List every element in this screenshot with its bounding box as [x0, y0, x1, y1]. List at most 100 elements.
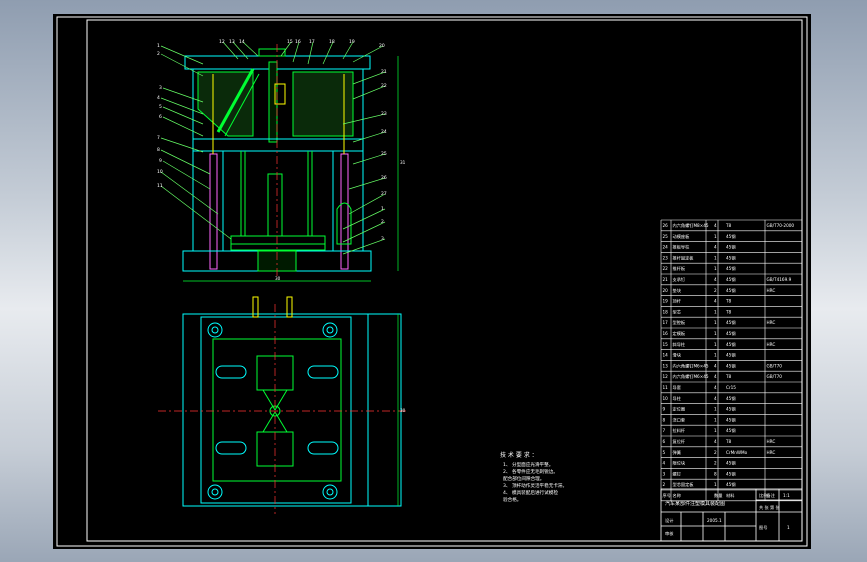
bom-cell-material: T8 — [725, 439, 732, 444]
runner-4 — [274, 411, 288, 433]
bom-cell-material: 45钢 — [726, 406, 736, 413]
bom-cell-qty: 4 — [714, 374, 717, 379]
leader-line — [342, 238, 386, 255]
balloon-number: 5 — [159, 104, 162, 110]
balloon-number: 4 — [157, 95, 160, 101]
guide-pin-left — [209, 153, 218, 270]
width-dimension-text: 30 — [275, 276, 281, 281]
bom-cell-name: 螺钉 — [673, 470, 682, 477]
bom-cell-material: 45钢 — [726, 352, 736, 359]
bom-cell-material: 45钢 — [726, 470, 736, 477]
bom-cell-qty: 1 — [714, 342, 717, 347]
note-line-5: 4、 模具装配后进行试模检 — [503, 489, 558, 496]
balloon-number: 21 — [381, 69, 387, 75]
bom-cell-name: 浇口套 — [673, 416, 686, 423]
bom-cell-qty: 2 — [714, 450, 717, 455]
guide-hole-bl-inner — [211, 488, 219, 496]
leader-line — [160, 137, 204, 153]
bom-cell-qty: 1 — [714, 482, 717, 487]
leader-line — [162, 87, 204, 103]
bom-cell-no: 22 — [663, 266, 669, 271]
bom-header-no: 序号 — [663, 492, 671, 499]
leader-line — [348, 177, 386, 190]
balloon-number: 19 — [349, 39, 355, 45]
bom-cell-qty: 4 — [714, 385, 717, 390]
guide-hole-br-inner — [326, 488, 334, 496]
guide-hole-bl — [207, 484, 223, 500]
balloon-number: 1 — [381, 206, 384, 212]
bom-cell-qty: 8 — [714, 471, 717, 476]
bom-cell-no: 21 — [663, 277, 669, 282]
height-dimension-text: 31 — [400, 160, 406, 165]
bom-cell-no: 13 — [663, 363, 669, 368]
cad-viewport[interactable]: 1 2 3 4 5 6 7 8 9 10 11 12 13 14 15 16 17 18 19 20 21 22 23 24 2… — [53, 14, 811, 549]
note-line-3: 配合部位间隙合理。 — [503, 475, 544, 482]
bom-cell-material: T8 — [725, 299, 732, 304]
bom-cell-remark: GB/T70 — [767, 363, 783, 368]
bom-cell-qty: 4 — [714, 396, 717, 401]
bom-cell-name: 内六角螺钉M6×45 — [673, 362, 709, 369]
bom-cell-qty: 1 — [714, 266, 717, 271]
sheet-label: 共 张 第 张 — [759, 504, 781, 511]
leader-line — [342, 208, 386, 230]
bom-header-remark: 备注 — [767, 492, 776, 499]
bom-header-material: 材料 — [726, 492, 735, 499]
technical-notes: 技 术 要 求 ： 1、 分型面应光滑平整。 2、 各零件应无毛刺锐边。 配合部… — [500, 451, 567, 503]
bom-cell-no: 4 — [663, 461, 666, 466]
bom-cell-name: 推杆固定板 — [673, 254, 695, 261]
balloon-number: 13 — [229, 39, 235, 45]
bom-cell-remark: GB/T70 — [767, 374, 783, 379]
note-line-4: 3、 顶杆动作灵活平稳无卡滞。 — [503, 482, 567, 489]
bom-cell-no: 6 — [663, 439, 666, 444]
bom-cell-qty: 1 — [714, 407, 717, 412]
bom-cell-name: 限位块 — [673, 460, 686, 467]
bom-cell-material: T8 — [725, 223, 732, 228]
bom-cell-qty: 4 — [714, 363, 717, 368]
bom-cell-qty: 2 — [714, 288, 717, 293]
balloon-number: 25 — [381, 151, 387, 157]
bom-cell-name: 拉料杆 — [673, 427, 686, 434]
balloon-number: 9 — [159, 158, 162, 164]
bom-cell-qty: 4 — [714, 439, 717, 444]
bom-cell-no: 18 — [663, 309, 669, 314]
top-plan-view — [158, 296, 408, 514]
balloon-number: 16 — [295, 39, 301, 45]
bom-cell-name: 顶杆 — [673, 298, 682, 305]
bom-cell-no: 11 — [663, 385, 669, 390]
bom-cell-material: 45钢 — [726, 254, 736, 261]
bom-cell-no: 14 — [663, 353, 669, 358]
bom-cell-material: 45钢 — [726, 287, 736, 294]
bom-cell-name: 滑块 — [673, 352, 682, 359]
bom-cell-name: 支承钉 — [673, 276, 686, 283]
bom-cell-name: 定位圈 — [673, 406, 686, 413]
bom-cell-name: 内六角螺钉M8×45 — [673, 222, 709, 229]
guide-hole-tr — [322, 322, 338, 338]
plan-mold-plate — [200, 316, 352, 504]
bom-cell-name: 型芯固定板 — [673, 481, 695, 488]
bom-cell-material: 45钢 — [726, 265, 736, 272]
leader-line — [162, 116, 204, 137]
bom-cell-name: 推板导柱 — [673, 244, 691, 251]
balloon-number: 26 — [381, 175, 387, 181]
assembly-drawing: 123456789101112 13 14 15 16 17 18 1920212223242… — [56, 16, 808, 547]
bom-cell-name: 型腔板 — [673, 319, 686, 326]
scale-label: 比例 — [759, 492, 767, 499]
runner-3 — [262, 411, 276, 433]
drawing-title: 汽车某部件注塑模具装配图 — [665, 500, 725, 507]
bom-cell-material: 45钢 — [726, 481, 736, 488]
spring — [336, 202, 352, 245]
scale-value: 1:1 — [783, 493, 790, 498]
inner-border — [86, 19, 803, 542]
bom-cell-name: 型芯 — [673, 308, 681, 314]
balloon-number: 1 — [157, 43, 160, 49]
bom-cell-material: 45钢 — [726, 276, 736, 283]
bom-cell-name: 导套 — [673, 384, 682, 391]
bom-cell-name: 动模座板 — [673, 233, 691, 240]
bom-cell-no: 16 — [663, 331, 669, 336]
support-plate — [192, 138, 364, 152]
balloon-number: 11 — [157, 183, 163, 189]
bom-cell-no: 25 — [663, 234, 669, 239]
bom-cell-material: T8 — [725, 374, 732, 379]
bom-cell-material: 45钢 — [726, 362, 736, 369]
bom-cell-qty: 1 — [714, 309, 717, 314]
